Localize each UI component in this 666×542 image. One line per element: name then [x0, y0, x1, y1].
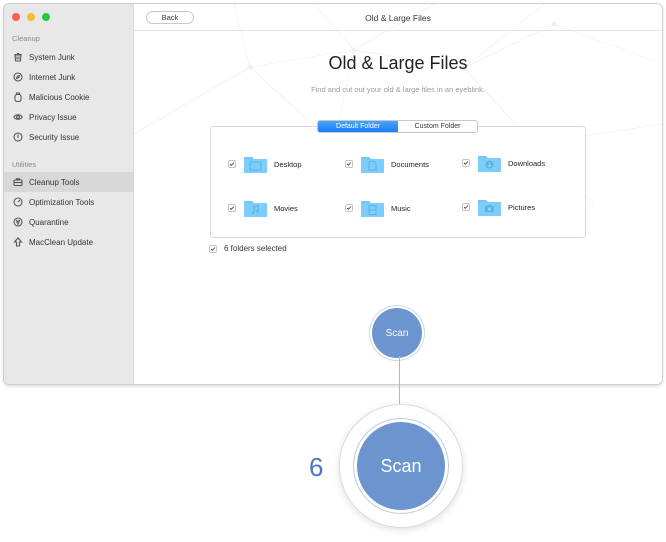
folder-label: Downloads [508, 158, 546, 168]
titlebar: Back Old & Large Files [134, 4, 662, 31]
folder-item-music[interactable]: Music [345, 198, 411, 218]
eye-icon [12, 112, 23, 123]
downloads-folder-icon [478, 154, 501, 172]
sidebar-item-macclean-update[interactable]: MacClean Update [4, 232, 134, 252]
sidebar-item-label: Quarantine [29, 217, 69, 227]
folder-item-movies[interactable]: Movies [228, 198, 298, 218]
arrow-up-icon [12, 237, 23, 248]
cookie-jar-icon [12, 92, 23, 103]
briefcase-icon [12, 177, 23, 188]
sidebar-item-label: System Junk [29, 52, 75, 62]
sidebar-item-label: Malicious Cookie [29, 92, 90, 102]
scan-button-ring: Scan [370, 306, 424, 360]
window-controls [12, 13, 50, 21]
folder-item-downloads[interactable]: Downloads [462, 153, 545, 173]
sidebar-item-label: Security Issue [29, 132, 80, 142]
tab-default-folder[interactable]: Default Folder [318, 121, 398, 132]
checkbox[interactable] [462, 203, 470, 211]
folder-item-documents[interactable]: Documents [345, 154, 429, 174]
selection-count-label: 6 folders selected [224, 244, 287, 253]
main-panel: Back Old & Large Files Old & Large Files… [134, 4, 662, 384]
folder-item-desktop[interactable]: Desktop [228, 154, 302, 174]
minimize-window-button[interactable] [27, 13, 35, 21]
callout-magnifier: Scan [339, 404, 463, 528]
folder-label: Desktop [274, 159, 302, 169]
callout-connector-line [399, 356, 400, 404]
trash-icon [12, 52, 23, 63]
sidebar-item-privacy-issue[interactable]: Privacy Issue [4, 107, 134, 127]
sidebar-item-quarantine[interactable]: Quarantine [4, 212, 134, 232]
checkbox[interactable] [228, 160, 236, 168]
desktop-folder-icon [244, 155, 267, 173]
folder-label: Movies [274, 203, 298, 213]
folder-mode-tabs: Default Folder Custom Folder [317, 120, 478, 133]
app-window: Cleanup System Junk Internet Junk Malici… [4, 4, 662, 384]
sidebar-section-cleanup: Cleanup [12, 34, 40, 43]
folder-label: Documents [391, 159, 429, 169]
step-number: 6 [309, 452, 324, 482]
sidebar: Cleanup System Junk Internet Junk Malici… [4, 4, 134, 384]
sidebar-item-system-junk[interactable]: System Junk [4, 47, 134, 67]
sidebar-item-security-issue[interactable]: Security Issue [4, 127, 134, 147]
checkbox[interactable] [345, 160, 353, 168]
folder-list: Desktop Documents Downloads Movies Music… [210, 126, 586, 238]
page-title: Old & Large Files [328, 53, 468, 73]
selection-summary: 6 folders selected [209, 244, 287, 253]
sidebar-item-malicious-cookie[interactable]: Malicious Cookie [4, 87, 134, 107]
gauge-icon [12, 197, 23, 208]
select-all-checkbox[interactable] [209, 244, 217, 253]
film-folder-icon [361, 199, 384, 217]
camera-folder-icon [478, 198, 501, 216]
tab-custom-folder[interactable]: Custom Folder [398, 121, 477, 132]
checkbox[interactable] [345, 204, 353, 212]
sidebar-item-label: Internet Junk [29, 72, 76, 82]
sidebar-item-internet-junk[interactable]: Internet Junk [4, 67, 134, 87]
scan-button[interactable]: Scan [372, 308, 422, 358]
folder-item-pictures[interactable]: Pictures [462, 197, 535, 217]
checkbox[interactable] [228, 204, 236, 212]
sidebar-item-cleanup-tools[interactable]: Cleanup Tools [4, 172, 134, 192]
sidebar-item-label: Cleanup Tools [29, 177, 80, 187]
folder-label: Music [391, 203, 411, 213]
maximize-window-button[interactable] [42, 13, 50, 21]
shield-icon [12, 132, 23, 143]
music-note-folder-icon [244, 199, 267, 217]
sidebar-item-label: MacClean Update [29, 237, 94, 247]
window-title: Old & Large Files [365, 13, 431, 23]
biohazard-icon [12, 217, 23, 228]
checkbox[interactable] [462, 159, 470, 167]
callout-scan-button: Scan [357, 422, 445, 510]
sidebar-section-utilities: Utilities [12, 160, 37, 169]
close-window-button[interactable] [12, 13, 20, 21]
callout-inner-ring: Scan [353, 418, 449, 514]
folder-label: Pictures [508, 202, 536, 212]
compass-icon [12, 72, 23, 83]
documents-folder-icon [361, 155, 384, 173]
page-subtitle: Find and cut out your old & large files … [311, 85, 485, 94]
sidebar-item-optimization-tools[interactable]: Optimization Tools [4, 192, 134, 212]
sidebar-item-label: Privacy Issue [29, 112, 77, 122]
sidebar-item-label: Optimization Tools [29, 197, 95, 207]
